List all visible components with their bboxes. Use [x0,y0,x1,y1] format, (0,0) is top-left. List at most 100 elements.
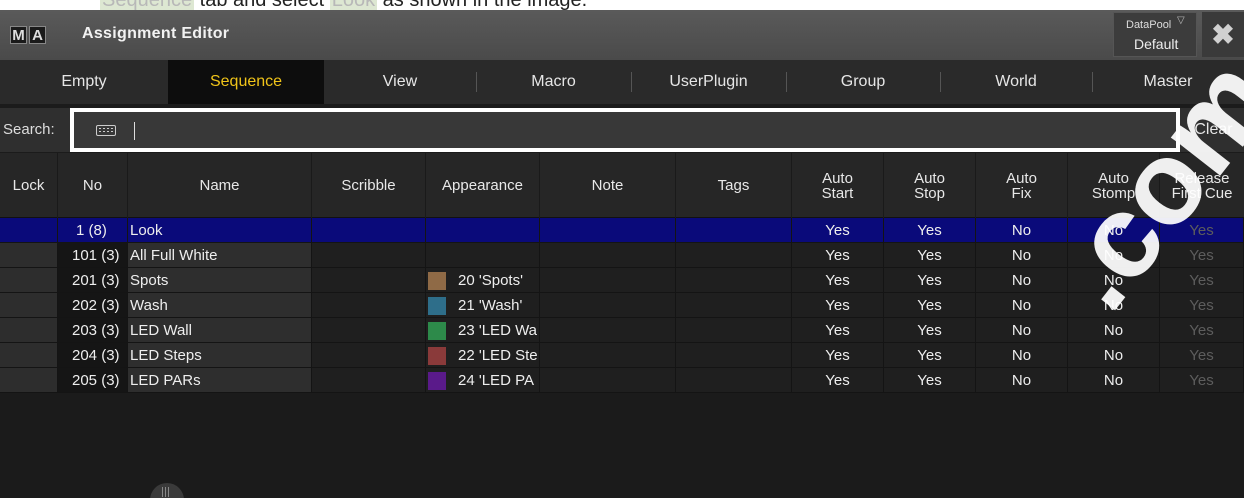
tab-master[interactable]: Master [1092,60,1244,104]
auto-stomp-cell[interactable]: No [1068,343,1160,368]
column-header-lock[interactable]: Lock [0,153,58,218]
search-input[interactable] [70,108,1180,152]
name-cell[interactable]: Spots [128,268,312,293]
lock-cell[interactable] [0,343,58,368]
scribble-cell[interactable] [312,268,426,293]
scribble-cell[interactable] [312,243,426,268]
auto-stomp-cell[interactable]: No [1068,243,1160,268]
tab-userplugin[interactable]: UserPlugin [631,60,786,104]
note-cell[interactable] [540,293,676,318]
tab-group[interactable]: Group [786,60,940,104]
no-cell[interactable]: 201 (3) [58,268,128,293]
note-cell[interactable] [540,318,676,343]
lock-cell[interactable] [0,218,58,243]
appearance-cell[interactable]: 23 'LED Wa [426,318,540,343]
auto-stomp-cell[interactable]: No [1068,268,1160,293]
auto-stomp-cell[interactable]: No [1068,368,1160,393]
release-first-cue-cell[interactable]: Yes [1160,218,1244,243]
resize-grip-icon[interactable] [150,483,184,498]
auto-fix-cell[interactable]: No [976,243,1068,268]
table-row[interactable]: 205 (3) LED PARs 24 'LED PA Yes Yes No N… [0,368,1244,393]
auto-stop-cell[interactable]: Yes [884,243,976,268]
column-header-release-first-cue[interactable]: Release First Cue [1160,153,1244,218]
appearance-cell[interactable]: 21 'Wash' [426,293,540,318]
no-cell[interactable]: 203 (3) [58,318,128,343]
no-cell[interactable]: 202 (3) [58,293,128,318]
auto-stomp-cell[interactable]: No [1068,218,1160,243]
auto-stop-cell[interactable]: Yes [884,293,976,318]
name-cell[interactable]: Look [128,218,312,243]
no-cell[interactable]: 101 (3) [58,243,128,268]
auto-start-cell[interactable]: Yes [792,218,884,243]
appearance-cell[interactable]: 20 'Spots' [426,268,540,293]
column-header-note[interactable]: Note [540,153,676,218]
scribble-cell[interactable] [312,368,426,393]
table-row[interactable]: 101 (3) All Full White Yes Yes No No Yes [0,243,1244,268]
note-cell[interactable] [540,243,676,268]
column-header-no[interactable]: No [58,153,128,218]
auto-fix-cell[interactable]: No [976,343,1068,368]
release-first-cue-cell[interactable]: Yes [1160,243,1244,268]
release-first-cue-cell[interactable]: Yes [1160,268,1244,293]
auto-fix-cell[interactable]: No [976,268,1068,293]
appearance-cell[interactable]: 24 'LED PA [426,368,540,393]
lock-cell[interactable] [0,318,58,343]
note-cell[interactable] [540,343,676,368]
appearance-cell[interactable]: 22 'LED Ste [426,343,540,368]
auto-stomp-cell[interactable]: No [1068,318,1160,343]
release-first-cue-cell[interactable]: Yes [1160,343,1244,368]
tags-cell[interactable] [676,318,792,343]
tags-cell[interactable] [676,268,792,293]
appearance-cell[interactable] [426,218,540,243]
clear-button[interactable]: Clear [1183,108,1244,152]
name-cell[interactable]: LED Wall [128,318,312,343]
scribble-cell[interactable] [312,318,426,343]
table-row[interactable]: 1 (8) Look Yes Yes No No Yes [0,218,1244,243]
note-cell[interactable] [540,218,676,243]
keyboard-icon[interactable] [96,125,116,136]
note-cell[interactable] [540,368,676,393]
tab-empty[interactable]: Empty [0,60,168,104]
auto-stop-cell[interactable]: Yes [884,318,976,343]
auto-fix-cell[interactable]: No [976,318,1068,343]
release-first-cue-cell[interactable]: Yes [1160,293,1244,318]
release-first-cue-cell[interactable]: Yes [1160,318,1244,343]
scribble-cell[interactable] [312,293,426,318]
lock-cell[interactable] [0,243,58,268]
release-first-cue-cell[interactable]: Yes [1160,368,1244,393]
auto-start-cell[interactable]: Yes [792,318,884,343]
note-cell[interactable] [540,268,676,293]
tab-macro[interactable]: Macro [476,60,631,104]
table-row[interactable]: 202 (3) Wash 21 'Wash' Yes Yes No No Yes [0,293,1244,318]
tags-cell[interactable] [676,293,792,318]
column-header-auto-start[interactable]: Auto Start [792,153,884,218]
datapool-selector[interactable]: DataPool Default ▽ [1113,12,1197,57]
column-header-name[interactable]: Name [128,153,312,218]
lock-cell[interactable] [0,293,58,318]
auto-start-cell[interactable]: Yes [792,268,884,293]
name-cell[interactable]: All Full White [128,243,312,268]
auto-stop-cell[interactable]: Yes [884,218,976,243]
auto-fix-cell[interactable]: No [976,218,1068,243]
appearance-cell[interactable] [426,243,540,268]
table-row[interactable]: 201 (3) Spots 20 'Spots' Yes Yes No No Y… [0,268,1244,293]
no-cell[interactable]: 205 (3) [58,368,128,393]
tags-cell[interactable] [676,368,792,393]
no-cell[interactable]: 204 (3) [58,343,128,368]
column-header-tags[interactable]: Tags [676,153,792,218]
table-row[interactable]: 204 (3) LED Steps 22 'LED Ste Yes Yes No… [0,343,1244,368]
lock-cell[interactable] [0,268,58,293]
tab-sequence[interactable]: Sequence [168,60,324,104]
auto-fix-cell[interactable]: No [976,293,1068,318]
auto-start-cell[interactable]: Yes [792,343,884,368]
column-header-auto-stomp[interactable]: Auto Stomp [1068,153,1160,218]
tab-world[interactable]: World [940,60,1092,104]
tags-cell[interactable] [676,218,792,243]
auto-fix-cell[interactable]: No [976,368,1068,393]
column-header-scribble[interactable]: Scribble [312,153,426,218]
tags-cell[interactable] [676,243,792,268]
name-cell[interactable]: LED PARs [128,368,312,393]
scribble-cell[interactable] [312,218,426,243]
close-button[interactable]: ✖ [1202,12,1244,57]
column-header-auto-stop[interactable]: Auto Stop [884,153,976,218]
